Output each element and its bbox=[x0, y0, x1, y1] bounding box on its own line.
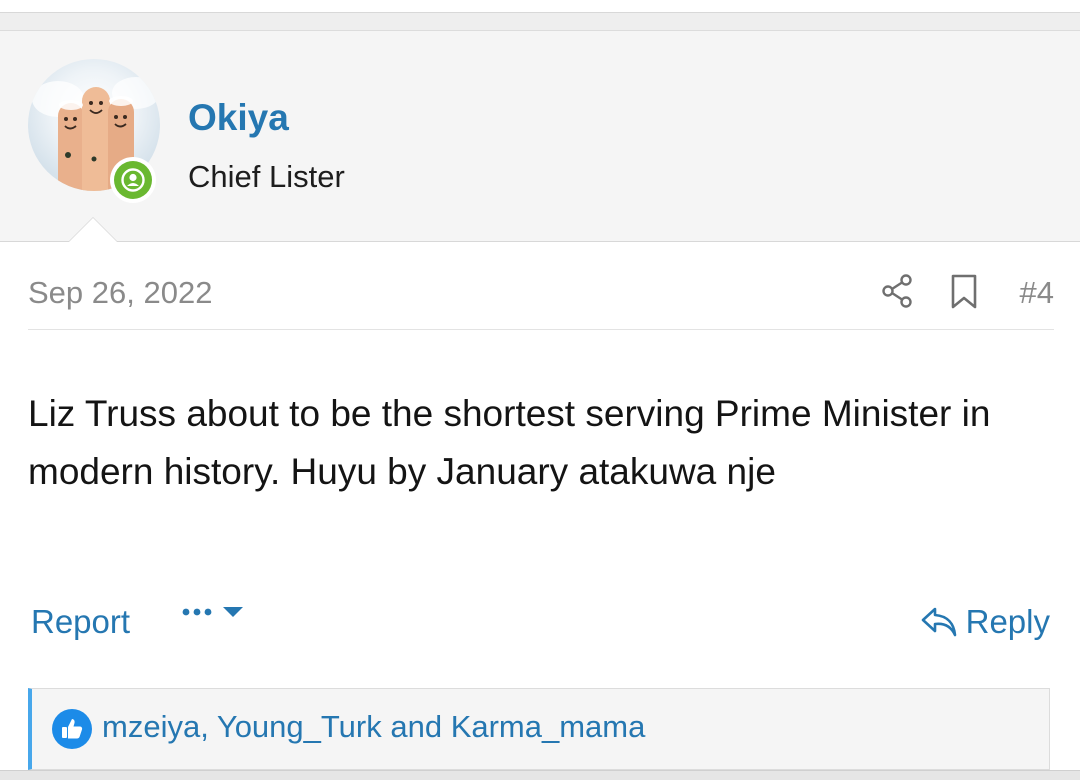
more-dots-icon bbox=[182, 608, 212, 616]
post-actions: Report Reply bbox=[28, 599, 1052, 649]
report-button[interactable]: Report bbox=[31, 603, 130, 641]
post-date[interactable]: Sep 26, 2022 bbox=[28, 275, 212, 311]
user-block-pointer bbox=[68, 217, 118, 242]
online-status-badge bbox=[110, 157, 156, 203]
bookmark-icon[interactable] bbox=[948, 273, 980, 311]
user-online-icon bbox=[114, 161, 152, 199]
share-icon[interactable] bbox=[880, 273, 916, 309]
more-options-button[interactable] bbox=[182, 605, 244, 619]
reaction-users-link[interactable]: mzeiya, Young_Turk and Karma_mama bbox=[102, 709, 645, 745]
post-author-title: Chief Lister bbox=[188, 159, 345, 194]
post-number-link[interactable]: #4 bbox=[1020, 275, 1054, 311]
post-message: Liz Truss about to be the shortest servi… bbox=[28, 393, 991, 492]
post-meta-row: Sep 26, 2022 #4 bbox=[28, 271, 1054, 330]
reply-icon bbox=[921, 607, 956, 637]
reply-button[interactable]: Reply bbox=[920, 603, 1050, 641]
previous-post-edge bbox=[0, 0, 1080, 13]
post-user-block: Okiya Chief Lister bbox=[0, 31, 1080, 242]
reply-label: Reply bbox=[965, 603, 1050, 640]
chevron-down-icon bbox=[223, 607, 243, 617]
reactions-bar: mzeiya, Young_Turk and Karma_mama bbox=[28, 688, 1050, 770]
forum-post: Okiya Chief Lister Sep 26, 2022 #4 Liz T… bbox=[0, 30, 1080, 771]
post-author-username[interactable]: Okiya bbox=[188, 97, 289, 139]
like-icon bbox=[52, 709, 92, 749]
